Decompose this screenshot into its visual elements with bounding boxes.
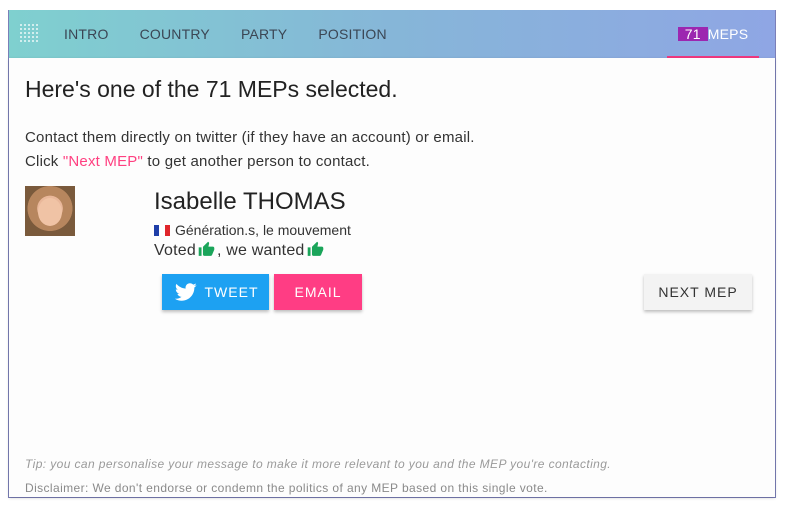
party-name: Génération.s, le mouvement: [175, 222, 351, 238]
tweet-button[interactable]: TWEET: [162, 274, 269, 310]
disclaimer-text: Disclaimer: We don't endorse or condemn …: [25, 481, 548, 495]
voted-label: Voted: [154, 242, 196, 259]
instructions-prefix: Click: [25, 153, 63, 170]
next-mep-button-label: NEXT MEP: [658, 284, 738, 300]
instructions-suffix: to get another person to contact.: [143, 153, 370, 170]
page-title: Here's one of the 71 MEPs selected.: [25, 76, 398, 102]
tip-text: Tip: you can personalise your message to…: [25, 457, 612, 471]
email-button-label: EMAIL: [294, 284, 342, 300]
twitter-bird-icon: [174, 283, 197, 301]
next-mep-button[interactable]: NEXT MEP: [644, 274, 752, 310]
tweet-button-label: TWEET: [204, 284, 259, 300]
thumbs-up-icon: [198, 241, 215, 256]
next-mep-link[interactable]: "Next MEP": [63, 153, 143, 170]
thumbs-up-icon: [307, 241, 323, 256]
mep-avatar: [25, 186, 75, 236]
mep-card: Here's one of the 71 MEPs selected. Cont…: [9, 58, 775, 497]
france-flag-icon: [154, 224, 170, 236]
wanted-label: , we wanted: [216, 242, 305, 259]
mep-party: Génération.s, le mouvement: [154, 222, 351, 238]
vote-summary: Voted , we wanted: [154, 241, 326, 260]
instructions-line-2: Click "Next MEP" to get another person t…: [25, 150, 475, 174]
instructions: Contact them directly on twitter (if the…: [25, 126, 475, 174]
email-button[interactable]: EMAIL: [274, 274, 362, 310]
avatar-face: [38, 198, 62, 226]
instructions-line-1: Contact them directly on twitter (if the…: [25, 129, 475, 146]
mep-name: Isabelle THOMAS: [154, 188, 346, 215]
